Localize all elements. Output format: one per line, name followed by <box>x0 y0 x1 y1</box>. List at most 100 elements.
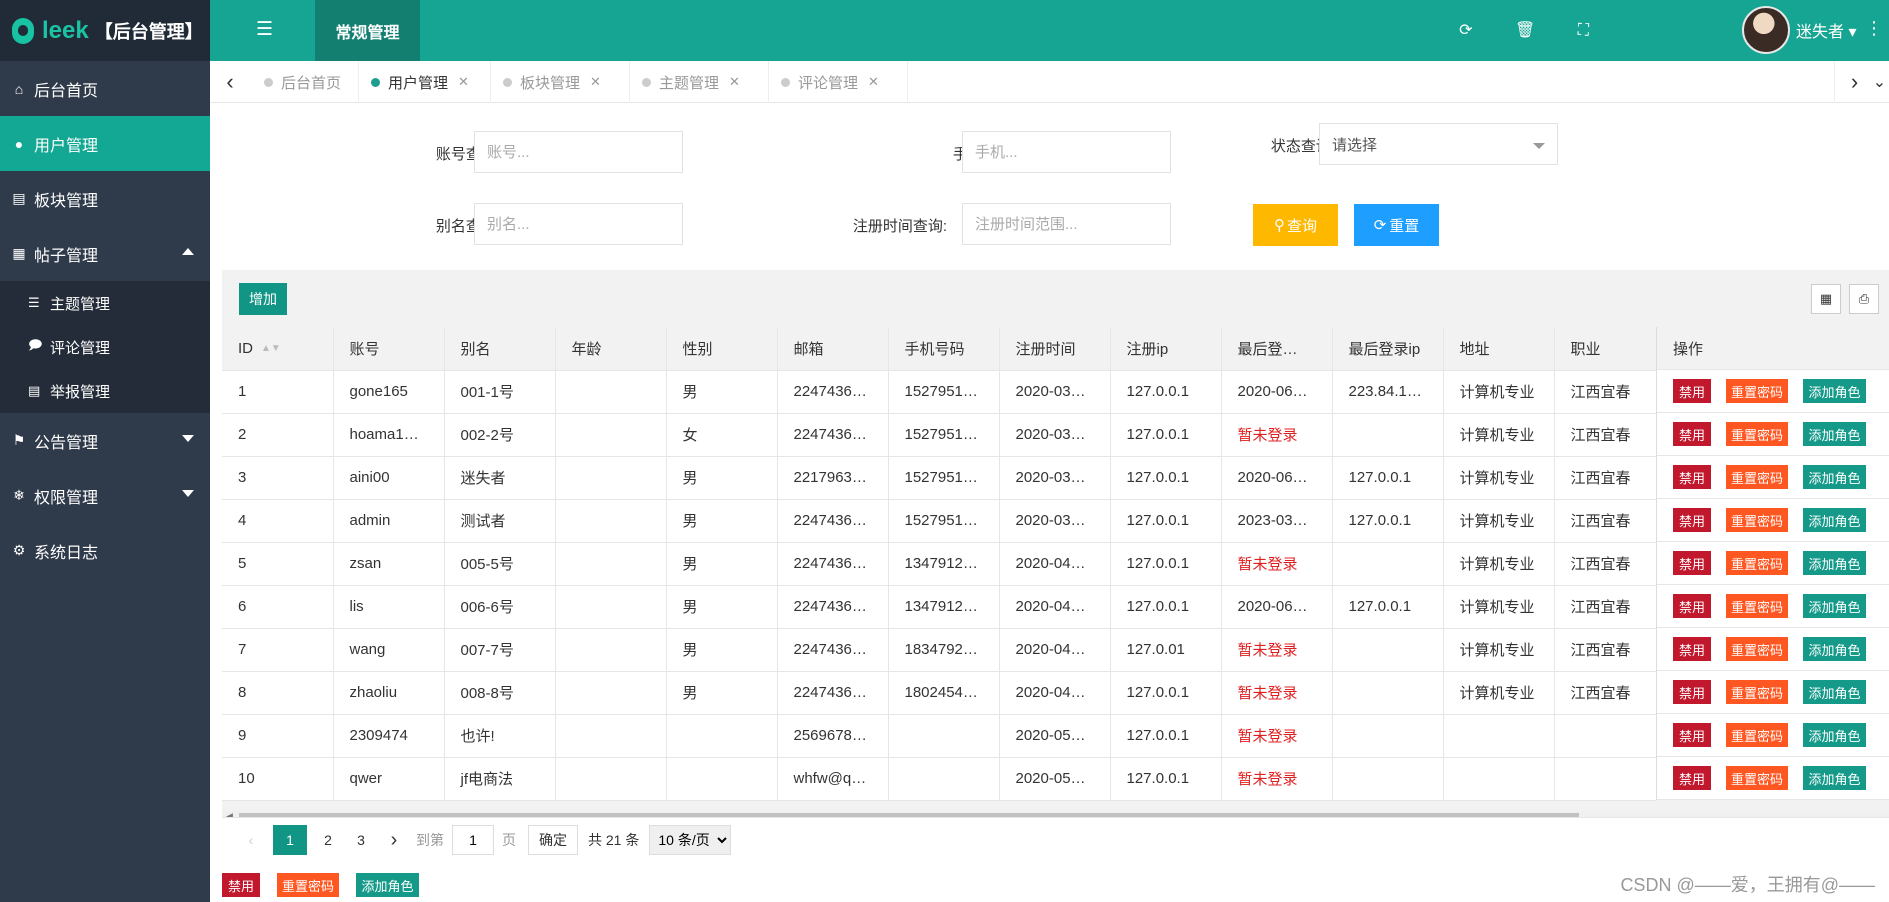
menu-toggle-icon[interactable]: ☰ <box>256 18 273 41</box>
tab-home[interactable]: 后台首页 <box>252 61 359 103</box>
page-size-select[interactable]: 10 条/页 <box>649 825 732 855</box>
add-role-button[interactable]: 添加角色 <box>356 873 419 897</box>
reset-password-button[interactable]: 重置密码 <box>1726 766 1788 790</box>
reset-password-button[interactable]: 重置密码 <box>1726 508 1788 532</box>
goto-page-input[interactable] <box>452 825 494 855</box>
table-row[interactable]: 4 admin 测试者男 2247436… 1527951… 2020-03… 127.0.… <box>222 499 1657 543</box>
add-role-button[interactable]: 添加角色 <box>1803 551 1866 575</box>
print-icon[interactable]: ⎙ <box>1849 284 1879 314</box>
disable-button[interactable]: 禁用 <box>1673 766 1711 790</box>
add-role-button[interactable]: 添加角色 <box>1803 422 1866 446</box>
columns-icon[interactable]: ▦ <box>1811 284 1841 314</box>
sidebar-item-permissions[interactable]: ❄ 权限管理 <box>0 468 210 523</box>
sidebar-item-logs[interactable]: ⚙ 系统日志 <box>0 523 210 578</box>
table-row[interactable]: 5 zsan 005-5号 男 2247436… 1347912… 2020-04… 127.… <box>222 542 1657 586</box>
disable-button[interactable]: 禁用 <box>1673 551 1711 575</box>
add-role-button[interactable]: 添加角色 <box>1803 508 1866 532</box>
disable-button[interactable]: 禁用 <box>1673 637 1711 661</box>
reset-password-button[interactable]: 重置密码 <box>1726 594 1788 618</box>
add-role-button[interactable]: 添加角色 <box>1803 680 1866 704</box>
avatar[interactable] <box>1742 6 1790 54</box>
column-header[interactable]: ID ▲▼ <box>222 327 334 371</box>
sidebar-item-comments[interactable]: 🗩 评论管理 <box>0 325 210 369</box>
regtime-range-input[interactable] <box>962 203 1171 245</box>
close-icon[interactable]: ✕ <box>729 74 740 90</box>
disable-button[interactable]: 禁用 <box>1673 680 1711 704</box>
table-row[interactable]: 2 hoama1… 002-2号 女 2247436… 1527951… 2020-03… 1… <box>222 413 1657 457</box>
reset-password-button[interactable]: 重置密码 <box>1726 422 1788 446</box>
table-row[interactable]: 6 lis 006-6号男 2247436… 1347912… 2020-04… 127.0… <box>222 585 1657 629</box>
add-role-button[interactable]: 添加角色 <box>1803 723 1866 747</box>
top-nav-general[interactable]: 常规管理 <box>315 0 420 61</box>
trash-icon[interactable]: 🗑 <box>1515 22 1535 39</box>
table-row[interactable]: 1 gone165 001-1号 男 2247436… 1527951… 2020-03… 1… <box>222 370 1657 414</box>
disable-button[interactable]: 禁用 <box>1673 422 1711 446</box>
column-header: 手机号码 <box>888 327 1000 371</box>
disable-button[interactable]: 禁用 <box>1673 379 1711 403</box>
reset-password-button[interactable]: 重置密码 <box>1726 680 1788 704</box>
query-button[interactable]: ⚲ 查询 <box>1253 204 1338 246</box>
add-role-button[interactable]: 添加角色 <box>1803 594 1866 618</box>
add-role-button[interactable]: 添加角色 <box>1803 465 1866 489</box>
table-row[interactable]: 3 aini00 迷失者男 2217963… 1527951… 2020-03… 127.0… <box>222 456 1657 500</box>
page-1[interactable]: 1 <box>273 825 307 855</box>
close-icon[interactable]: ✕ <box>868 74 879 90</box>
add-button[interactable]: 增加 <box>239 283 287 315</box>
disable-button[interactable]: 禁用 <box>1673 465 1711 489</box>
table-row[interactable]: 8 zhaoliu 008-8号 男 2247436… 1802454… 2020-04… 1… <box>222 671 1657 715</box>
reset-password-button[interactable]: 重置密码 <box>1726 551 1788 575</box>
add-role-button[interactable]: 添加角色 <box>1803 637 1866 661</box>
page-2[interactable]: 2 <box>313 825 343 855</box>
phone-search-input[interactable] <box>962 131 1171 173</box>
user-menu[interactable]: 迷失者 ▾ <box>1796 18 1856 42</box>
status-select[interactable]: 请选择 <box>1319 123 1558 165</box>
close-icon[interactable]: ✕ <box>590 74 601 90</box>
add-role-button[interactable]: 添加角色 <box>1803 379 1866 403</box>
goto-confirm-button[interactable]: 确定 <box>528 825 578 855</box>
table-row[interactable]: 7 wang 007-7号 男 2247436… 1834792… 2020-04… 127.… <box>222 628 1657 672</box>
table-cell: 2247436… <box>777 671 889 715</box>
disable-button[interactable]: 禁用 <box>1673 508 1711 532</box>
regtime-label: 注册时间查询: <box>852 218 947 235</box>
add-role-button[interactable]: 添加角色 <box>1803 766 1866 790</box>
alias-search-input[interactable] <box>474 203 683 245</box>
tab-scroll-left-icon[interactable]: ‹ <box>210 61 250 103</box>
sort-icon[interactable]: ▲▼ <box>261 343 281 354</box>
sidebar-item-notices[interactable]: ⚑ 公告管理 <box>0 413 210 468</box>
sidebar-item-users[interactable]: ● 用户管理 <box>0 116 210 171</box>
reset-password-button[interactable]: 重置密码 <box>277 873 339 897</box>
sidebar-item-home[interactable]: ⌂ 后台首页 <box>0 61 210 116</box>
tab-users[interactable]: 用户管理 ✕ <box>359 61 491 103</box>
sidebar-item-topics[interactable]: ☰ 主题管理 <box>0 281 210 325</box>
app-logo[interactable]: leek 【后台管理】 <box>0 0 210 61</box>
tab-comments[interactable]: 评论管理 ✕ <box>769 61 908 103</box>
disable-button[interactable]: 禁用 <box>222 873 260 897</box>
disable-button[interactable]: 禁用 <box>1673 723 1711 747</box>
next-page-icon[interactable]: › <box>379 825 409 855</box>
table-row[interactable]: 10 qwer jf电商法 whfw@q… 2020-05… 127.0.0.1 暂未登录 <box>222 757 1657 801</box>
close-icon[interactable]: ✕ <box>458 74 469 90</box>
reset-password-button[interactable]: 重置密码 <box>1726 637 1788 661</box>
fullscreen-icon[interactable]: ⛶ <box>1578 22 1589 39</box>
more-icon[interactable]: ⋮ <box>1865 18 1883 39</box>
tab-topics[interactable]: 主题管理 ✕ <box>630 61 769 103</box>
row-actions: 禁用 重置密码 添加角色 <box>1657 542 1889 585</box>
page-3[interactable]: 3 <box>346 825 376 855</box>
sidebar-item-posts[interactable]: ▦ 帖子管理 <box>0 226 210 281</box>
prev-page-icon[interactable]: ‹ <box>236 825 266 855</box>
refresh-icon[interactable]: ⟳ <box>1459 22 1472 39</box>
table-cell: 男 <box>666 499 778 543</box>
sidebar-item-reports[interactable]: ▤ 举报管理 <box>0 369 210 413</box>
tab-boards[interactable]: 板块管理 ✕ <box>491 61 630 103</box>
tab-scroll-right-icon[interactable]: › <box>1834 61 1874 103</box>
sidebar-item-boards[interactable]: ▤ 板块管理 <box>0 171 210 226</box>
table-cell: 2020-03… <box>999 456 1111 500</box>
reset-button[interactable]: ⟳ 重置 <box>1354 204 1439 246</box>
reset-password-button[interactable]: 重置密码 <box>1726 465 1788 489</box>
table-row[interactable]: 9 2309474 也许! 2569678… 2020-05… 127.0.0.1 暂未登录 <box>222 714 1657 758</box>
disable-button[interactable]: 禁用 <box>1673 594 1711 618</box>
tab-menu-chevron-icon[interactable]: ⌄ <box>1870 61 1889 103</box>
reset-password-button[interactable]: 重置密码 <box>1726 723 1788 747</box>
account-search-input[interactable] <box>474 131 683 173</box>
reset-password-button[interactable]: 重置密码 <box>1726 379 1788 403</box>
